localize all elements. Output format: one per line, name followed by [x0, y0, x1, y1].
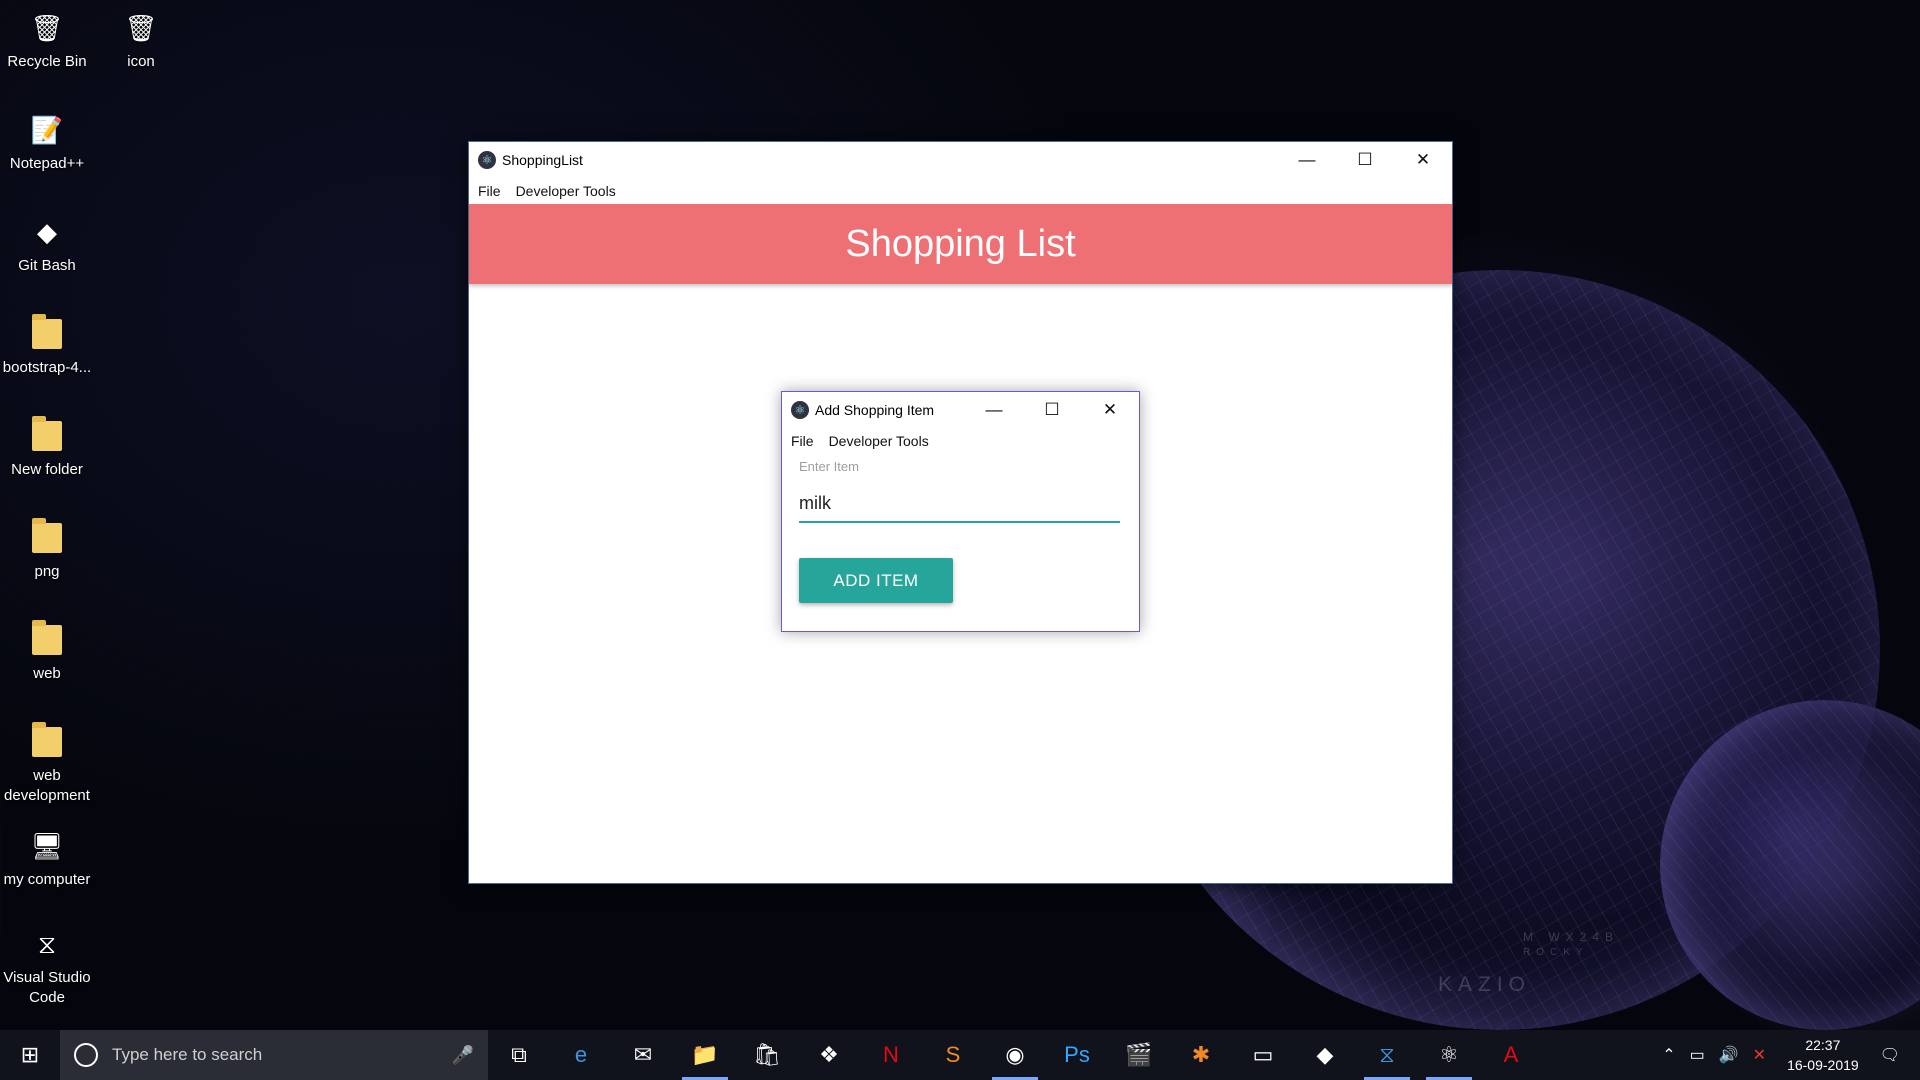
cortana-icon	[74, 1043, 98, 1067]
folder-icon	[27, 620, 67, 660]
taskbar-vscode-icon[interactable]: ⧖	[1356, 1030, 1418, 1080]
wallpaper-watermark-2: ROCKY	[1523, 947, 1589, 958]
taskbar-acrobat-icon[interactable]: A	[1480, 1030, 1542, 1080]
desktop-icon-label: New folder	[11, 461, 83, 478]
add-item-window[interactable]: ⚛ Add Shopping Item — ☐ ✕ File Developer…	[781, 391, 1140, 632]
taskbar-dropbox-icon[interactable]: ❖	[798, 1030, 860, 1080]
desktop-icon[interactable]: 🗑 icon	[93, 8, 189, 72]
app-icon: 🗑	[124, 13, 158, 43]
app-icon: ◆	[37, 217, 57, 247]
system-tray: ⌃ ▭ 🔊 ✕ 22:37 16-09-2019 🗨	[1655, 1030, 1920, 1080]
network-icon[interactable]: ✕	[1753, 1045, 1766, 1065]
folder-icon	[27, 314, 67, 354]
chevron-up-icon[interactable]: ⌃	[1662, 1045, 1675, 1065]
taskbar-electron-icon[interactable]: ⚛	[1418, 1030, 1480, 1080]
desktop-icon[interactable]: ◆ Git Bash	[0, 212, 95, 276]
desktop-icon-label: web development	[4, 767, 90, 804]
taskbar-git-icon[interactable]: ◆	[1294, 1030, 1356, 1080]
battery-icon[interactable]: ▭	[1690, 1045, 1705, 1065]
dialog-titlebar[interactable]: ⚛ Add Shopping Item — ☐ ✕	[782, 392, 1139, 427]
volume-icon[interactable]: 🔊	[1719, 1045, 1739, 1065]
clock-time: 22:37	[1805, 1037, 1841, 1053]
desktop-icon-label: png	[34, 563, 60, 580]
notification-icon[interactable]: 🗨	[1880, 1045, 1900, 1065]
item-input[interactable]	[799, 485, 1120, 523]
dialog-maximize-button[interactable]: ☐	[1023, 392, 1081, 427]
dialog-menubar: File Developer Tools	[782, 427, 1139, 454]
desktop-icon[interactable]: web development	[0, 722, 95, 806]
desktop-icon[interactable]: 🗑 Recycle Bin	[0, 8, 95, 72]
menu-file[interactable]: File	[478, 183, 501, 199]
desktop-icon-label: Git Bash	[18, 257, 76, 274]
search-placeholder: Type here to search	[112, 1045, 263, 1064]
taskbar-store-icon[interactable]: 🛍	[736, 1030, 798, 1080]
app-icon: 📝	[30, 115, 64, 145]
desktop-icon-label: web	[33, 665, 61, 682]
desktop-icon-label: my computer	[3, 871, 91, 888]
taskbar-sublime-icon[interactable]: S	[922, 1030, 984, 1080]
main-menubar: File Developer Tools	[469, 177, 1452, 204]
taskbar-netflix-icon[interactable]: N	[860, 1030, 922, 1080]
taskbar-file-explorer-icon[interactable]: 📁	[674, 1030, 736, 1080]
folder-icon	[27, 416, 67, 456]
desktop-icon-label: icon	[127, 53, 155, 70]
electron-icon: ⚛	[791, 400, 809, 419]
wallpaper-watermark-1: M WX24B	[1523, 930, 1620, 944]
main-titlebar[interactable]: ⚛ ShoppingList — ☐ ✕	[469, 142, 1452, 177]
taskbar-video-icon[interactable]: 🎬	[1108, 1030, 1170, 1080]
maximize-button[interactable]: ☐	[1336, 142, 1394, 177]
taskbar-apps: ⧉ e ✉ 📁 🛍 ❖ N S ◉ Ps 🎬 ✱ ▭ ◆ ⧖ ⚛ A	[488, 1030, 1542, 1080]
taskbar-mail-icon[interactable]: ✉	[612, 1030, 674, 1080]
clock[interactable]: 22:37 16-09-2019	[1787, 1035, 1859, 1075]
dialog-close-button[interactable]: ✕	[1081, 392, 1139, 427]
desktop-icon-label: bootstrap-4...	[2, 359, 92, 376]
desktop-icon-label: Recycle Bin	[7, 53, 87, 70]
taskbar-xampp-icon[interactable]: ✱	[1170, 1030, 1232, 1080]
taskbar: ⊞ Type here to search 🎤 ⧉ e ✉ 📁 🛍 ❖ N S ◉ Ps 🎬 ✱ ▭ ◆ ⧖…	[0, 1030, 1920, 1080]
electron-icon: ⚛	[478, 150, 496, 169]
desktop-icon[interactable]: 🖥 my computer	[0, 826, 95, 890]
desktop-icon[interactable]: png	[0, 518, 95, 582]
wallpaper-watermark-3: KAZIO	[1438, 973, 1532, 996]
microphone-icon[interactable]: 🎤	[452, 1045, 474, 1066]
app-header: Shopping List	[469, 204, 1452, 284]
app-icon: ⧖	[37, 929, 57, 959]
taskbar-terminal-icon[interactable]: ▭	[1232, 1030, 1294, 1080]
desktop-icon-label: Visual Studio Code	[3, 969, 91, 1006]
menu-developer-tools[interactable]: Developer Tools	[516, 183, 616, 199]
desktop-icon[interactable]: New folder	[0, 416, 95, 480]
main-window-title: ShoppingList	[502, 151, 583, 168]
minimize-button[interactable]: —	[1278, 142, 1336, 177]
dialog-menu-developer-tools[interactable]: Developer Tools	[829, 433, 929, 449]
taskbar-photoshop-icon[interactable]: Ps	[1046, 1030, 1108, 1080]
app-icon: 🗑	[30, 13, 64, 43]
clock-date: 16-09-2019	[1787, 1057, 1859, 1073]
app-icon: 🖥	[30, 831, 64, 861]
start-button[interactable]: ⊞	[0, 1030, 60, 1080]
desktop-icon[interactable]: web	[0, 620, 95, 684]
folder-icon	[27, 722, 67, 762]
dialog-menu-file[interactable]: File	[791, 433, 814, 449]
windows-logo-icon: ⊞	[20, 1042, 40, 1067]
dialog-minimize-button[interactable]: —	[965, 392, 1023, 427]
taskbar-edge-icon[interactable]: e	[550, 1030, 612, 1080]
desktop-icon-label: Notepad++	[9, 155, 85, 172]
item-field-label: Enter Item	[799, 459, 859, 474]
close-button[interactable]: ✕	[1394, 142, 1452, 177]
desktop-icon[interactable]: bootstrap-4...	[0, 314, 95, 378]
folder-icon	[27, 518, 67, 558]
taskbar-task-view-icon[interactable]: ⧉	[488, 1030, 550, 1080]
search-box[interactable]: Type here to search 🎤	[60, 1030, 488, 1080]
add-item-button[interactable]: ADD ITEM	[799, 558, 953, 603]
desktop-icon[interactable]: ⧖ Visual Studio Code	[0, 924, 95, 1008]
taskbar-chrome-icon[interactable]: ◉	[984, 1030, 1046, 1080]
dialog-title: Add Shopping Item	[815, 401, 935, 418]
desktop-icon[interactable]: 📝 Notepad++	[0, 110, 95, 174]
